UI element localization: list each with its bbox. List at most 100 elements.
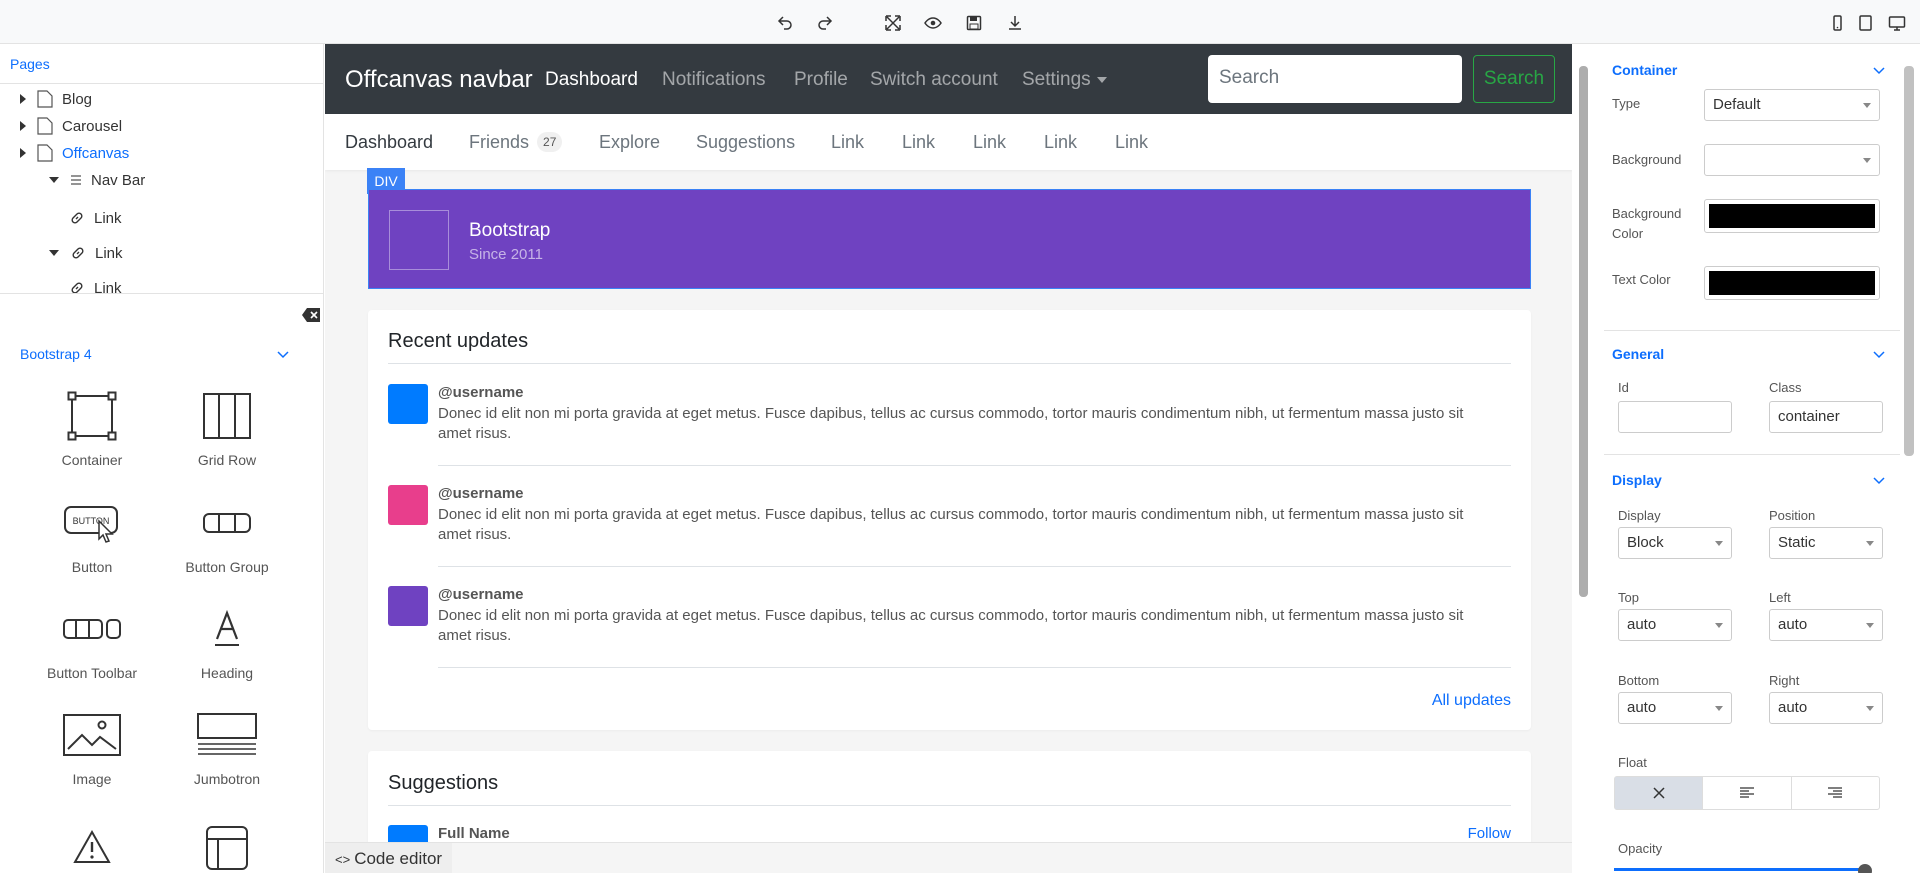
design-canvas: Offcanvas navbar Dashboard Notifications… xyxy=(325,44,1572,873)
tree-item-nav-bar[interactable]: Nav Bar xyxy=(49,168,145,192)
tree-item-label: Blog xyxy=(62,90,93,108)
section-title[interactable]: Container xyxy=(1612,62,1677,78)
navbar-search-button[interactable]: Search xyxy=(1473,55,1555,103)
undo-icon[interactable] xyxy=(776,14,796,34)
nav-link-notifications[interactable]: Notifications xyxy=(662,69,766,91)
display-value: Block xyxy=(1627,534,1664,551)
float-left-button[interactable] xyxy=(1703,777,1792,809)
tree-item-link[interactable]: Link xyxy=(69,206,122,230)
preview-icon[interactable] xyxy=(924,14,944,34)
section-title[interactable]: Display xyxy=(1612,472,1662,488)
component-image[interactable]: Image xyxy=(24,707,160,787)
download-icon[interactable] xyxy=(1006,14,1026,34)
button-icon-text: BUTTON xyxy=(73,516,110,526)
component-button-group[interactable]: Button Group xyxy=(159,495,295,575)
canvas-scrollbar[interactable] xyxy=(1579,66,1588,597)
component-jumbotron[interactable]: Jumbotron xyxy=(159,707,295,787)
id-input[interactable] xyxy=(1618,401,1732,433)
subnav-link[interactable]: Link xyxy=(1044,132,1077,153)
class-input[interactable]: container xyxy=(1769,401,1883,433)
subnav-link-friends[interactable]: Friends 27 xyxy=(469,132,563,153)
grid-row-icon xyxy=(159,388,295,444)
chevron-down-icon[interactable] xyxy=(1872,347,1886,361)
expand-icon[interactable] xyxy=(20,121,26,131)
expand-icon[interactable] xyxy=(20,148,26,158)
component-alert[interactable] xyxy=(24,820,160,873)
left-select[interactable]: auto xyxy=(1769,609,1883,641)
nav-dropdown-settings[interactable]: Settings xyxy=(1022,69,1107,91)
button-icon: BUTTON xyxy=(24,495,160,551)
tablet-icon[interactable] xyxy=(1856,14,1876,34)
type-label: Type xyxy=(1612,96,1641,111)
tree-item-offcanvas[interactable]: Offcanvas xyxy=(20,141,129,165)
top-select[interactable]: auto xyxy=(1618,609,1732,641)
component-button[interactable]: BUTTON Button xyxy=(24,495,160,575)
collapse-icon[interactable] xyxy=(49,250,59,256)
code-editor-button[interactable]: <> Code editor xyxy=(325,843,453,873)
tree-item-carousel[interactable]: Carousel xyxy=(20,114,122,138)
fullscreen-icon[interactable] xyxy=(884,14,904,34)
subnav-link[interactable]: Link xyxy=(973,132,1006,153)
text-color-picker[interactable] xyxy=(1704,266,1880,300)
subnav-link-explore[interactable]: Explore xyxy=(599,132,660,153)
follow-link[interactable]: Follow xyxy=(1468,825,1511,842)
background-color-picker[interactable] xyxy=(1704,199,1880,233)
tree-item-label: Link xyxy=(94,209,122,227)
all-updates-link[interactable]: All updates xyxy=(1432,692,1511,710)
container-icon xyxy=(24,388,160,444)
left-label: Left xyxy=(1769,590,1791,605)
expand-icon[interactable] xyxy=(20,94,26,104)
navbar-brand[interactable]: Offcanvas navbar xyxy=(345,66,533,94)
nav-link-switch-account[interactable]: Switch account xyxy=(870,69,998,91)
properties-scrollbar[interactable] xyxy=(1904,66,1914,456)
background-select[interactable] xyxy=(1704,144,1880,176)
opacity-slider-track[interactable] xyxy=(1614,868,1868,871)
navbar-search-input[interactable]: Search xyxy=(1208,55,1462,103)
color-fill xyxy=(1709,271,1875,295)
top-toolbar xyxy=(0,0,1920,44)
nav-link-dashboard[interactable]: Dashboard xyxy=(545,69,638,91)
chevron-down-icon[interactable] xyxy=(1872,473,1886,487)
nav-link-profile[interactable]: Profile xyxy=(794,69,848,91)
subnav-link[interactable]: Link xyxy=(831,132,864,153)
float-right-button[interactable] xyxy=(1792,777,1879,809)
right-select[interactable]: auto xyxy=(1769,692,1883,724)
redo-icon[interactable] xyxy=(816,14,836,34)
chevron-down-icon[interactable] xyxy=(1872,63,1886,77)
position-select[interactable]: Static xyxy=(1769,527,1883,559)
component-label: Button Group xyxy=(185,559,269,575)
subnav-link[interactable]: Link xyxy=(1115,132,1148,153)
tree-item-link[interactable]: Link xyxy=(69,276,122,300)
collapse-icon[interactable] xyxy=(49,177,59,183)
card-title: Recent updates xyxy=(388,330,529,352)
clear-icon[interactable] xyxy=(302,308,320,322)
mobile-icon[interactable] xyxy=(1828,14,1848,34)
component-label: Button Toolbar xyxy=(46,665,138,681)
tree-item-blog[interactable]: Blog xyxy=(20,87,92,111)
subnav-link-suggestions[interactable]: Suggestions xyxy=(696,132,795,153)
dropdown-arrow-icon xyxy=(1866,623,1874,628)
caret-down-icon xyxy=(1096,76,1107,83)
save-icon[interactable] xyxy=(965,14,985,34)
subnav-link-dashboard[interactable]: Dashboard xyxy=(345,132,433,153)
component-button-toolbar[interactable]: Button Toolbar xyxy=(24,601,160,681)
desktop-icon[interactable] xyxy=(1888,14,1908,34)
component-heading[interactable]: Heading xyxy=(159,601,295,681)
component-label: Grid Row xyxy=(197,452,257,468)
float-none-button[interactable] xyxy=(1615,777,1704,809)
component-card[interactable] xyxy=(159,820,295,873)
type-select[interactable]: Default xyxy=(1704,89,1880,121)
component-grid-row[interactable]: Grid Row xyxy=(159,388,295,468)
component-container[interactable]: Container xyxy=(24,388,160,468)
bottom-select[interactable]: auto xyxy=(1618,692,1732,724)
dropdown-arrow-icon xyxy=(1866,541,1874,546)
tree-item-link[interactable]: Link xyxy=(49,241,123,265)
brand-bar[interactable]: Bootstrap Since 2011 xyxy=(368,189,1531,289)
brand-bar-subtitle: Since 2011 xyxy=(469,246,543,263)
display-select[interactable]: Block xyxy=(1618,527,1732,559)
update-username: @username xyxy=(438,586,524,603)
section-title[interactable]: General xyxy=(1612,346,1664,362)
opacity-slider-thumb[interactable] xyxy=(1858,864,1872,873)
subnav-link[interactable]: Link xyxy=(902,132,935,153)
chevron-down-icon[interactable] xyxy=(276,347,290,361)
